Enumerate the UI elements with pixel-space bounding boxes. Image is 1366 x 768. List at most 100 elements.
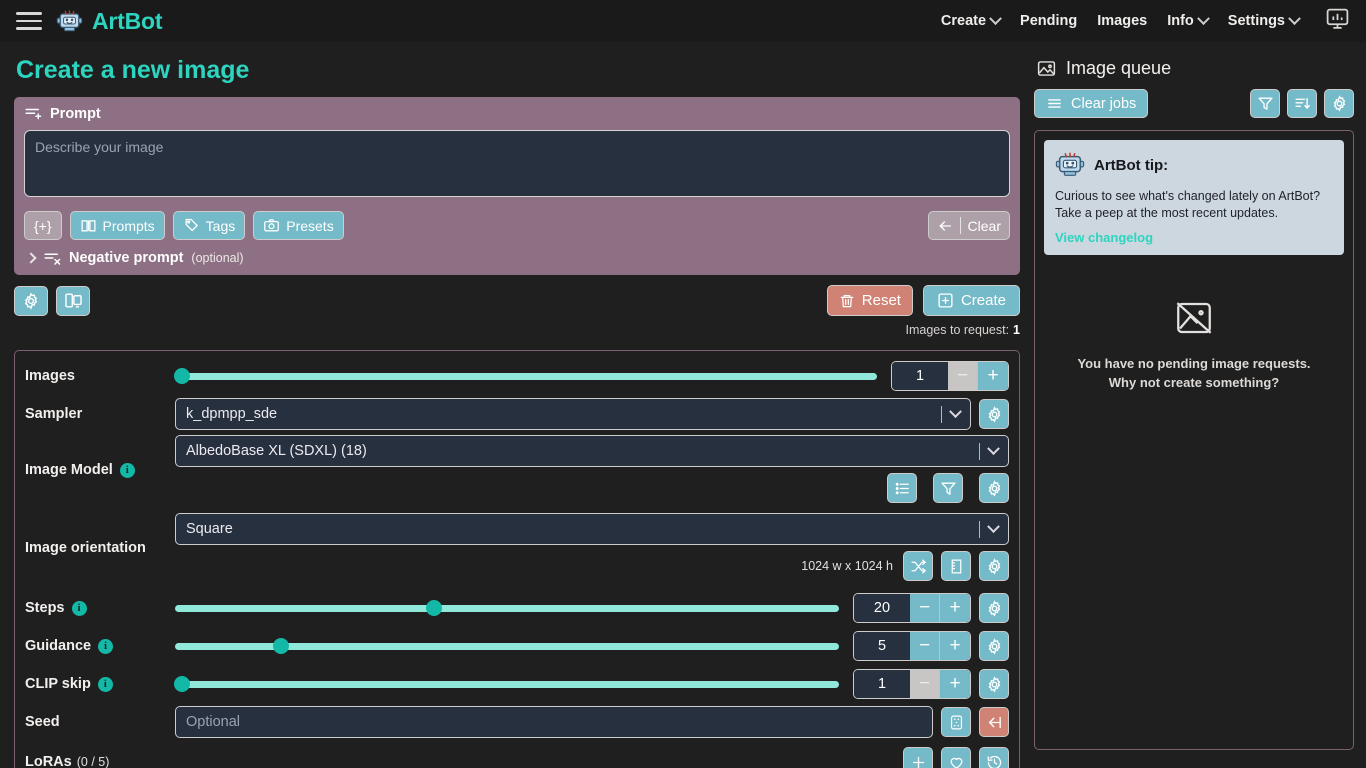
model-list-button[interactable] [887, 473, 917, 503]
sampler-value: k_dpmpp_sde [186, 406, 277, 422]
setting-row-images: Images 1 − + [25, 359, 1009, 393]
steps-label: Steps [25, 600, 65, 616]
model-settings-button[interactable] [979, 473, 1009, 503]
guidance-settings-button[interactable] [979, 631, 1009, 661]
guidance-increment-button[interactable]: + [940, 632, 970, 660]
queue-settings-button[interactable] [1324, 89, 1354, 118]
clip-skip-increment-button[interactable]: + [940, 670, 970, 698]
create-button[interactable]: Create [923, 285, 1020, 316]
image-queue-tools [1250, 89, 1354, 118]
guidance-slider[interactable] [175, 631, 839, 661]
monitor-stats-icon[interactable] [1325, 6, 1350, 36]
clear-jobs-label: Clear jobs [1071, 96, 1136, 112]
steps-label-wrap: Steps i [25, 600, 175, 616]
hamburger-menu-icon[interactable] [16, 10, 42, 32]
nav-item-info[interactable]: Info [1167, 13, 1208, 29]
nav-item-label: Pending [1020, 13, 1077, 29]
history-icon [986, 754, 1003, 768]
clip-skip-settings-button[interactable] [979, 669, 1009, 699]
custom-dimensions-button[interactable] [941, 551, 971, 581]
advanced-settings-button[interactable] [14, 286, 48, 316]
setting-row-sampler: Sampler k_dpmpp_sde [25, 397, 1009, 431]
clear-jobs-button[interactable]: Clear jobs [1034, 89, 1148, 118]
slider-thumb[interactable] [426, 600, 442, 616]
image-orientation-select[interactable]: Square [175, 513, 1009, 545]
presets-button[interactable]: Presets [253, 211, 343, 240]
tags-button[interactable]: Tags [173, 211, 246, 240]
info-icon[interactable]: i [98, 677, 113, 692]
sampler-select[interactable]: k_dpmpp_sde [175, 398, 971, 430]
images-increment-button[interactable]: + [978, 362, 1008, 390]
reset-button[interactable]: Reset [827, 285, 913, 316]
loras-tools [903, 747, 1009, 768]
artbot-tip-body: Curious to see what's changed lately on … [1055, 188, 1333, 221]
seed-label: Seed [25, 714, 175, 730]
nav-item-settings[interactable]: Settings [1228, 13, 1299, 29]
guidance-decrement-button[interactable]: − [910, 632, 940, 660]
randomize-orientation-button[interactable] [903, 551, 933, 581]
page-title: Create a new image [16, 56, 1020, 85]
prompt-label: Prompt [50, 106, 101, 122]
image-model-select[interactable]: AlbedoBase XL (SDXL) (18) [175, 435, 1009, 467]
add-lora-button[interactable] [903, 747, 933, 768]
brand[interactable]: ArtBot [56, 8, 162, 35]
clip-skip-slider[interactable] [175, 669, 839, 699]
arrow-left-bar-icon [986, 714, 1003, 731]
prompts-button[interactable]: Prompts [70, 211, 165, 240]
info-icon[interactable]: i [72, 601, 87, 616]
trash-icon [839, 293, 855, 309]
orientation-settings-button[interactable] [979, 551, 1009, 581]
setting-row-image-model: Image Model i AlbedoBase XL (SDXL) (18) [25, 435, 1009, 509]
images-slider[interactable] [175, 361, 877, 391]
brand-title: ArtBot [92, 8, 162, 35]
clip-skip-decrement-button[interactable]: − [910, 670, 940, 698]
device-preview-icon [64, 291, 83, 310]
clip-skip-label: CLIP skip [25, 676, 91, 692]
no-image-icon [1173, 297, 1215, 339]
model-filter-button[interactable] [933, 473, 963, 503]
steps-increment-button[interactable]: + [940, 594, 970, 622]
nav-item-label: Create [941, 13, 986, 29]
slider-thumb[interactable] [273, 638, 289, 654]
prompt-input[interactable] [24, 130, 1010, 197]
random-seed-button[interactable] [941, 707, 971, 737]
action-row: Reset Create [14, 285, 1020, 316]
favorite-loras-button[interactable] [941, 747, 971, 768]
negative-prompt-label: Negative prompt [69, 250, 183, 266]
guidance-value[interactable]: 5 [854, 632, 910, 660]
slider-thumb[interactable] [174, 368, 190, 384]
queue-filter-button[interactable] [1250, 89, 1280, 118]
recent-loras-button[interactable] [979, 747, 1009, 768]
reset-seed-button[interactable] [979, 707, 1009, 737]
slider-thumb[interactable] [174, 676, 190, 692]
seed-input[interactable] [175, 706, 933, 738]
sampler-settings-button[interactable] [979, 399, 1009, 429]
image-orientation-value: Square [186, 521, 233, 537]
images-to-request-label: Images to request: [906, 323, 1010, 337]
images-decrement-button[interactable]: − [948, 362, 978, 390]
steps-settings-button[interactable] [979, 593, 1009, 623]
clear-prompt-button[interactable]: Clear [928, 211, 1010, 240]
nav-item-images[interactable]: Images [1097, 13, 1147, 29]
steps-slider[interactable] [175, 593, 839, 623]
device-preview-button[interactable] [56, 286, 90, 316]
nav-item-create[interactable]: Create [941, 13, 1000, 29]
negative-prompt-toggle[interactable]: Negative prompt (optional) [24, 249, 1010, 269]
info-icon[interactable]: i [98, 639, 113, 654]
steps-value[interactable]: 20 [854, 594, 910, 622]
steps-decrement-button[interactable]: − [910, 594, 940, 622]
slider-track [175, 373, 877, 380]
images-to-request-count: 1 [1013, 323, 1020, 337]
view-changelog-link[interactable]: View changelog [1055, 230, 1333, 245]
insert-variable-button[interactable]: {+} [24, 211, 62, 240]
info-icon[interactable]: i [120, 463, 135, 478]
camera-icon [263, 217, 280, 234]
clip-skip-value[interactable]: 1 [854, 670, 910, 698]
insert-variable-label: {+} [34, 218, 52, 234]
images-value[interactable]: 1 [892, 362, 948, 390]
gear-icon [22, 292, 40, 310]
nav-item-pending[interactable]: Pending [1020, 13, 1077, 29]
setting-row-image-orientation: Image orientation Square 1024 w x 1024 h [25, 513, 1009, 587]
create-image-column: Create a new image Prompt {+} [0, 42, 1034, 768]
queue-sort-button[interactable] [1287, 89, 1317, 118]
